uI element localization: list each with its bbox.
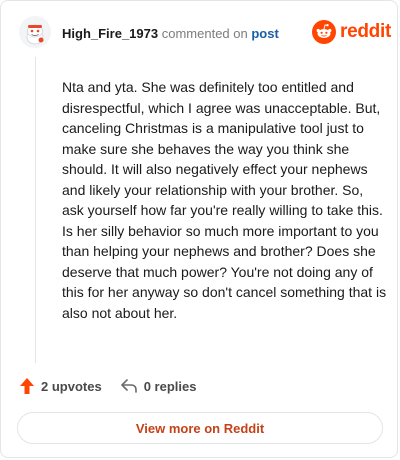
view-more-button[interactable]: View more on Reddit [17,412,383,444]
replies-button[interactable]: 0 replies [120,378,197,394]
upvote-button[interactable]: 2 upvotes [19,377,102,395]
comment-card: High_Fire_1973 commented on post reddit … [0,0,398,458]
comment-body: Nta and yta. She was definitely too enti… [62,79,387,321]
reddit-logo[interactable]: reddit [312,20,391,44]
thread-line [35,57,36,363]
reddit-alien-icon [312,20,336,44]
reply-arrow-icon [120,379,137,393]
snoo-avatar-icon [19,16,51,48]
comment-header: High_Fire_1973 commented on post [62,25,279,43]
username-link[interactable]: High_Fire_1973 [62,26,158,41]
commented-on-text: commented on [161,26,248,41]
post-link[interactable]: post [251,26,278,41]
comment-actions: 2 upvotes 0 replies [19,377,196,395]
avatar[interactable] [19,16,51,48]
upvote-count: 2 upvotes [41,378,102,394]
reddit-wordmark: reddit [340,21,391,42]
upvote-arrow-icon [20,378,34,394]
reply-count: 0 replies [143,378,197,394]
